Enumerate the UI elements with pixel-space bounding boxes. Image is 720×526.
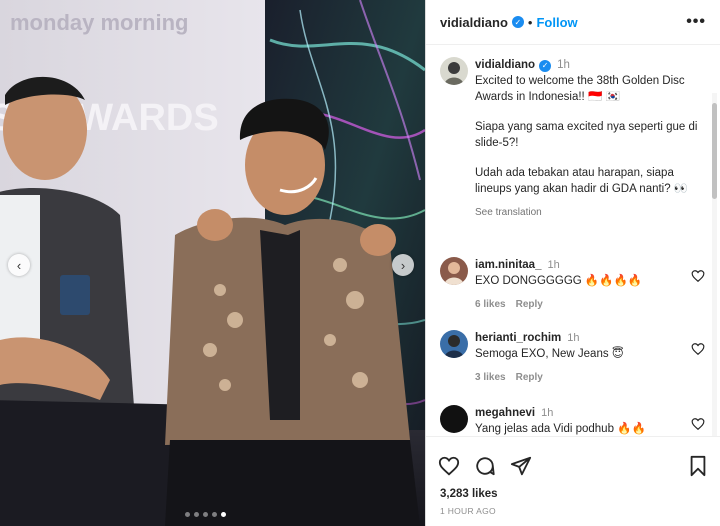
reply-button[interactable]: Reply [516,299,543,310]
verified-badge-icon: ✓ [511,16,524,28]
next-slide-button[interactable]: › [392,254,414,276]
scrollbar-thumb[interactable] [712,103,717,199]
action-bar [426,436,720,494]
comment-text: EXO DONGGGGGG 🔥🔥🔥🔥 [475,275,643,287]
caption-line-3: Udah ada tebakan atau harapan, siapa lin… [475,167,689,195]
instagram-post: monday morning SC AWARDS ‹ › vidialdiano… [0,0,720,526]
avatar[interactable] [440,405,468,433]
carousel-dot-active [221,512,226,517]
caption: vidialdiano ✓ 1h Excited to welcome the 38… [440,57,710,221]
like-heart-icon[interactable] [438,455,460,477]
likes-count[interactable]: 3,283 likes [426,488,720,500]
reply-button[interactable]: Reply [516,372,543,383]
carousel-dot [185,512,190,517]
more-options-icon[interactable]: ••• [686,13,706,31]
share-paper-plane-icon[interactable] [510,455,532,477]
comment-item: iam.ninitaa_ 1h EXO DONGGGGGG 🔥🔥🔥🔥 6 like… [440,257,705,313]
post-side-panel: vidialdiano ✓ • Follow ••• vidialdiano ✓ 1… [425,0,720,526]
carousel-indicator [185,512,226,517]
header-username[interactable]: vidialdiano [440,15,508,30]
chevron-right-icon: › [400,257,406,273]
caption-line-1: Excited to welcome the 38th Golden Disc … [475,75,688,103]
chevron-left-icon: ‹ [16,257,22,273]
avatar[interactable] [440,257,468,285]
comment-username[interactable]: herianti_rochim [475,332,561,344]
comment-bubble-icon[interactable] [474,455,496,477]
comment-time: 1h [547,259,560,271]
scrollbar[interactable] [712,93,717,436]
comments-scroll-area[interactable]: vidialdiano ✓ 1h Excited to welcome the 38… [426,45,720,436]
photo-scene: monday morning SC AWARDS [0,0,425,526]
carousel-dot [203,512,208,517]
comment-time: 1h [541,407,554,419]
verified-badge-icon: ✓ [539,60,552,72]
heart-icon[interactable] [691,269,705,283]
comment-username[interactable]: iam.ninitaa_ [475,259,541,271]
post-image[interactable]: monday morning SC AWARDS ‹ › [0,0,425,526]
post-header: vidialdiano ✓ • Follow ••• [426,0,720,45]
comment-likes[interactable]: 6 likes [475,299,506,310]
heart-icon[interactable] [691,417,705,431]
heart-icon[interactable] [691,342,705,356]
previous-slide-button[interactable]: ‹ [8,254,30,276]
comment-item: megahnevi 1h Yang jelas ada Vidi podhub 🔥… [440,405,705,436]
comment-text: Semoga EXO, New Jeans 😇 [475,348,624,360]
carousel-dot [212,512,217,517]
separator-dot: • [527,14,533,30]
backdrop-sponsor-text: monday morning [10,10,188,35]
see-translation-link[interactable]: See translation [475,205,710,221]
comment-username[interactable]: megahnevi [475,407,535,419]
comment-text: Yang jelas ada Vidi podhub 🔥🔥 [475,423,646,435]
bookmark-icon[interactable] [688,455,708,477]
caption-line-2: Siapa yang sama excited nya seperti gue … [475,121,701,149]
caption-username[interactable]: vidialdiano [475,59,535,71]
avatar[interactable] [440,330,468,358]
follow-button[interactable]: Follow [536,15,577,30]
caption-time: 1h [557,59,570,71]
avatar[interactable] [440,57,468,85]
comment-item: herianti_rochim 1h Semoga EXO, New Jeans … [440,330,705,386]
comment-time: 1h [567,332,580,344]
post-time: 1 HOUR AGO [440,506,496,516]
carousel-dot [194,512,199,517]
comment-likes[interactable]: 3 likes [475,372,506,383]
